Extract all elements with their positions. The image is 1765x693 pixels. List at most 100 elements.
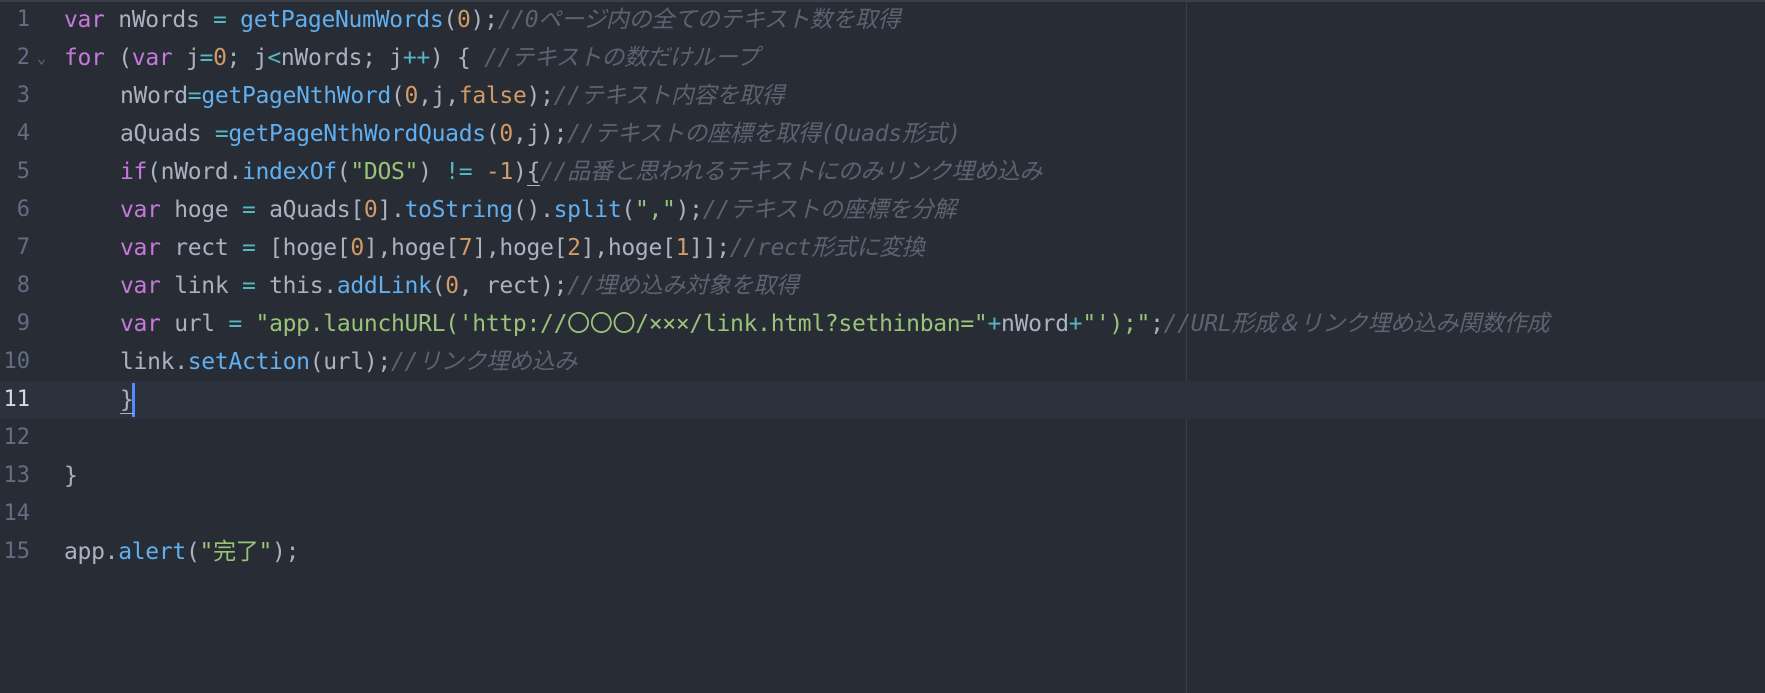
- code-token: );: [470, 7, 498, 33]
- code-token: (: [431, 273, 446, 299]
- operator-token: =: [187, 83, 202, 109]
- operator-token: <: [267, 45, 281, 71]
- code-token: nWord: [1001, 311, 1069, 337]
- code-line[interactable]: 6 var hoge = aQuads[0].toString().split("…: [0, 191, 1765, 229]
- code-token: [hoge[: [255, 235, 351, 261]
- operator-token: =: [241, 273, 256, 299]
- code-token: (: [443, 7, 457, 33]
- code-token: rect: [160, 235, 242, 261]
- code-token: (: [485, 121, 500, 147]
- line-number[interactable]: 8: [0, 267, 30, 305]
- operator-token: +: [1068, 311, 1083, 337]
- code-token: ]];: [689, 235, 730, 261]
- line-number[interactable]: 2: [0, 39, 30, 77]
- code-token: link: [160, 273, 242, 299]
- line-number[interactable]: 6: [0, 191, 30, 229]
- code-token: );: [526, 83, 554, 109]
- code-token: this.: [255, 273, 337, 299]
- number-token: 2: [567, 235, 581, 261]
- code-token: link.: [120, 349, 188, 375]
- number-token: 0: [363, 197, 378, 223]
- code-token: hoge: [160, 197, 242, 223]
- line-number[interactable]: 9: [0, 305, 30, 343]
- code-line[interactable]: 12: [0, 419, 1765, 457]
- code-token: (url);: [309, 349, 392, 375]
- code-line[interactable]: 7 var rect = [hoge[0],hoge[7],hoge[2],hog…: [0, 229, 1765, 267]
- code-line[interactable]: 5 if(nWord.indexOf("DOS") != -1){//品番と思われ…: [0, 153, 1765, 191]
- keyword-token: if: [120, 159, 148, 185]
- code-text[interactable]: for (var j=0; j<nWords; j++) { //テキストの数だ…: [64, 39, 759, 77]
- operator-token: =: [228, 311, 242, 337]
- number-token: 7: [458, 235, 473, 261]
- line-number[interactable]: 7: [0, 229, 30, 267]
- code-line[interactable]: 2 ⌄ for (var j=0; j<nWords; j++) { //テキストの…: [0, 39, 1765, 77]
- line-number[interactable]: 10: [0, 343, 31, 381]
- code-text[interactable]: var hoge = aQuads[0].toString().split(",…: [120, 191, 956, 229]
- code-token: ): [513, 159, 527, 185]
- line-number[interactable]: 3: [0, 77, 30, 115]
- code-line[interactable]: 4 aQuads =getPageNthWordQuads(0,j);//テキスト…: [0, 115, 1765, 153]
- code-text[interactable]: var rect = [hoge[0],hoge[7],hoge[2],hoge…: [120, 229, 925, 267]
- code-token: (: [336, 159, 351, 185]
- line-number[interactable]: 4: [0, 115, 30, 153]
- comment-token: //品番と思われるテキストにのみリンク埋め込み: [540, 159, 1043, 185]
- string-token: "DOS": [350, 159, 419, 185]
- fold-chevron-icon[interactable]: ⌄: [37, 39, 46, 77]
- code-editor[interactable]: 1 var nWords = getPageNumWords(0);//0ページ内…: [0, 0, 1765, 693]
- code-token: );: [272, 539, 300, 565]
- code-text[interactable]: var link = this.addLink(0, rect);//埋め込み対…: [120, 267, 799, 305]
- line-number[interactable]: 13: [0, 457, 31, 495]
- code-text[interactable]: }: [64, 457, 78, 495]
- code-line[interactable]: 15 app.alert("完了");: [0, 533, 1765, 571]
- keyword-token: for: [64, 45, 105, 71]
- operator-token: =: [214, 121, 229, 147]
- code-token: ].: [377, 197, 405, 223]
- code-token: (nWord.: [147, 159, 242, 185]
- code-token: ],hoge[: [580, 235, 676, 261]
- number-token: 0: [404, 83, 419, 109]
- code-line[interactable]: 8 var link = this.addLink(0, rect);//埋め込み…: [0, 267, 1765, 305]
- line-number[interactable]: 11: [0, 381, 31, 419]
- operator-token: +: [987, 311, 1002, 337]
- code-text[interactable]: app.alert("完了");: [64, 533, 299, 571]
- code-token: nWords; j: [280, 45, 403, 71]
- function-token: setAction: [187, 349, 310, 375]
- keyword-token: var: [120, 235, 161, 261]
- function-token: addLink: [336, 273, 432, 299]
- code-line[interactable]: 10 link.setAction(url);//リンク埋め込み: [0, 343, 1765, 381]
- code-line[interactable]: 11}: [0, 381, 1765, 419]
- comment-token: //URL形成＆リンク埋め込み関数作成: [1163, 311, 1550, 337]
- code-text[interactable]: var nWords = getPageNumWords(0);//0ページ内の…: [64, 1, 901, 39]
- code-line[interactable]: 1 var nWords = getPageNumWords(0);//0ページ内…: [0, 1, 1765, 39]
- comment-token: //リンク埋め込み: [390, 349, 577, 375]
- code-line[interactable]: 13}: [0, 457, 1765, 495]
- code-text[interactable]: if(nWord.indexOf("DOS") != -1){//品番と思われる…: [120, 153, 1042, 191]
- number-token: 1: [675, 235, 690, 261]
- function-token: getPageNthWordQuads: [228, 121, 486, 147]
- code-line[interactable]: 3 nWord=getPageNthWord(0,j,false);//テキスト内…: [0, 77, 1765, 115]
- code-token: (: [390, 83, 405, 109]
- code-token: nWord: [120, 83, 188, 109]
- code-token: ;: [1150, 311, 1164, 337]
- line-number[interactable]: 5: [0, 153, 30, 191]
- code-text[interactable]: link.setAction(url);//リンク埋め込み: [120, 343, 577, 381]
- code-line[interactable]: 14: [0, 495, 1765, 533]
- code-text[interactable]: nWord=getPageNthWord(0,j,false);//テキスト内容…: [120, 77, 785, 115]
- code-text[interactable]: aQuads =getPageNthWordQuads(0,j);//テキストの…: [120, 115, 961, 153]
- line-number[interactable]: 15: [0, 533, 31, 571]
- line-number[interactable]: 14: [0, 495, 31, 533]
- function-token: split: [553, 197, 622, 223]
- code-line[interactable]: 9 var url = "app.launchURL('http://〇〇〇/××…: [0, 305, 1765, 343]
- keyword-token: var: [131, 45, 173, 71]
- code-token: nWords: [104, 7, 214, 33]
- function-token: alert: [118, 539, 186, 565]
- code-token: ,j);: [512, 121, 568, 147]
- keyword-token: var: [120, 311, 161, 337]
- code-text[interactable]: var url = "app.launchURL('http://〇〇〇/×××…: [120, 305, 1549, 343]
- code-text[interactable]: }: [120, 381, 134, 419]
- line-number[interactable]: 12: [0, 419, 31, 457]
- line-number[interactable]: 1: [0, 1, 30, 39]
- number-token: 0: [445, 273, 459, 299]
- comment-token: //テキストの数だけループ: [484, 45, 759, 71]
